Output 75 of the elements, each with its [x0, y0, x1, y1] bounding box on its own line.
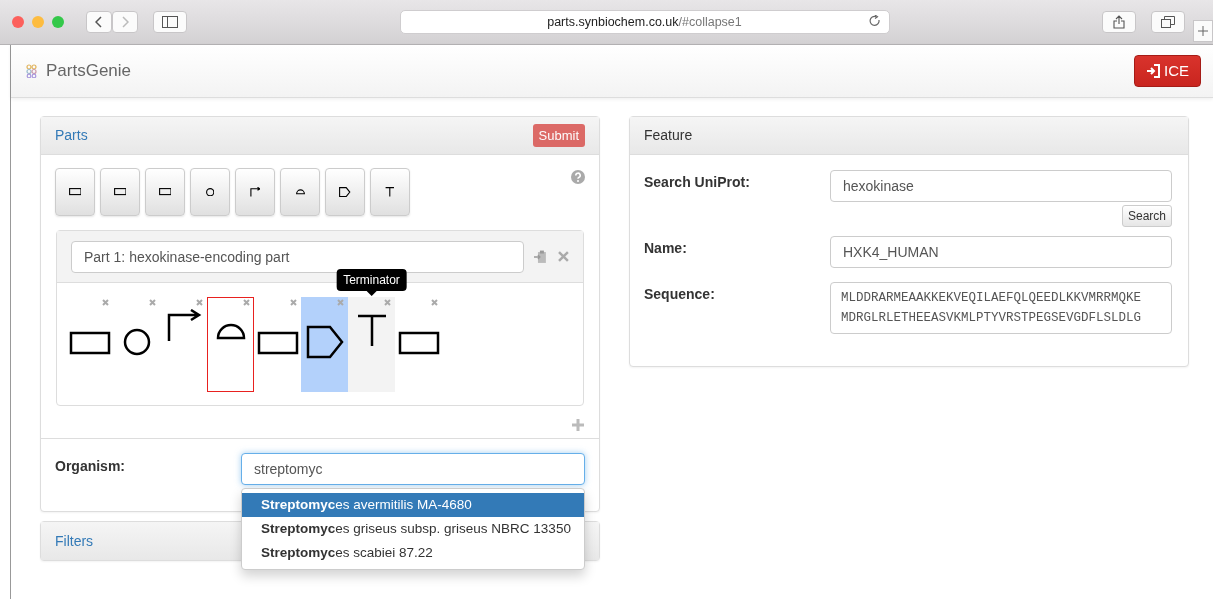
sign-in-icon [1146, 64, 1160, 78]
sequence-field[interactable]: MLDDRARMEAAKKEKVEQILAEFQLQEEDLKKVMRRMQKEMDRGLRLETHEEASVKMLPTYVRSTPEGSEVGDFLSLDLG [830, 282, 1172, 334]
bent-arrow-icon [165, 309, 202, 343]
add-icon[interactable] [572, 419, 584, 431]
suggestion-item[interactable]: Streptomyces griseus subsp. griseus NBRC 13350 [242, 517, 584, 541]
rectangle-icon [397, 331, 440, 355]
part-type-button[interactable] [280, 168, 320, 216]
organism-label: Organism: [55, 457, 126, 476]
circle-icon [122, 328, 151, 356]
tabs-button[interactable] [1151, 11, 1185, 33]
part-type-button[interactable] [325, 168, 365, 216]
feature-slot[interactable] [301, 297, 348, 392]
part-type-button[interactable] [235, 168, 275, 216]
sequence-label: Sequence: [644, 285, 716, 304]
close-icon[interactable] [431, 299, 438, 306]
close-icon[interactable] [384, 299, 391, 306]
forward-button[interactable] [112, 11, 138, 33]
t-shape-icon [385, 186, 395, 198]
window-control-icon[interactable] [52, 16, 64, 28]
search-label: Search UniProt: [644, 173, 751, 192]
close-icon[interactable] [196, 299, 203, 306]
new-tab-button[interactable] [1193, 20, 1213, 42]
url-text: parts.synbiochem.co.uk/#collapse1 [547, 13, 742, 31]
pentagon-icon [305, 325, 344, 359]
name-field[interactable]: HXK4_HUMAN [830, 236, 1172, 268]
share-icon [1113, 15, 1125, 29]
close-icon[interactable] [337, 299, 344, 306]
part-name-field[interactable]: Part 1: hexokinase-encoding part [71, 240, 525, 273]
pentagon-icon [339, 186, 351, 198]
part-type-button[interactable] [145, 168, 185, 216]
t-shape-icon [355, 314, 388, 348]
panel-title[interactable]: Parts [55, 125, 88, 146]
share-button[interactable] [1102, 11, 1136, 33]
close-icon[interactable] [558, 251, 569, 262]
window-control-icon[interactable] [12, 16, 24, 28]
ice-button[interactable]: ICE [1134, 55, 1201, 87]
plus-icon [1198, 26, 1208, 36]
name-label: Name: [644, 239, 688, 258]
back-button[interactable] [86, 11, 112, 33]
bent-arrow-icon [249, 186, 261, 198]
rectangle-icon [68, 188, 82, 196]
search-button[interactable]: Search [1121, 205, 1172, 227]
part-type-button[interactable] [55, 168, 95, 216]
suggestion-item[interactable]: Streptomyces scabiei 87.22 [242, 541, 584, 565]
panel-title: Feature [644, 126, 693, 145]
window-control-icon[interactable] [32, 16, 44, 28]
rectangle-icon [256, 331, 299, 355]
rectangle-icon [68, 331, 111, 355]
address-bar[interactable]: parts.synbiochem.co.uk/#collapse1 [399, 10, 890, 34]
close-icon[interactable] [149, 299, 156, 306]
part-type-button[interactable] [100, 168, 140, 216]
close-icon[interactable] [290, 299, 297, 306]
suggestion-item[interactable]: Streptomyces avermitilis MA-4680 [242, 493, 584, 517]
close-icon[interactable] [243, 299, 250, 306]
close-icon[interactable] [102, 299, 109, 306]
rectangle-icon [158, 188, 172, 196]
part-type-button[interactable] [370, 168, 410, 216]
help-icon[interactable] [571, 170, 585, 184]
sidebar-icon [162, 16, 178, 28]
feature-slot[interactable] [207, 297, 254, 392]
forward-icon [121, 16, 129, 28]
brand-name[interactable]: PartsGenie [46, 58, 132, 84]
organism-field[interactable]: streptomyc [241, 453, 585, 485]
panel-title[interactable]: Filters [55, 530, 94, 552]
reload-icon[interactable] [868, 15, 881, 27]
rectangle-icon [113, 188, 127, 196]
paste-icon[interactable] [534, 249, 549, 264]
logo-icon [26, 64, 40, 78]
sidebar-button[interactable] [153, 11, 187, 33]
tooltip: Terminator [336, 269, 407, 296]
search-field[interactable]: hexokinase [830, 170, 1172, 202]
circle-icon [205, 187, 215, 197]
tabs-icon [1161, 16, 1175, 28]
back-icon [95, 16, 103, 28]
part-type-button[interactable] [190, 168, 230, 216]
